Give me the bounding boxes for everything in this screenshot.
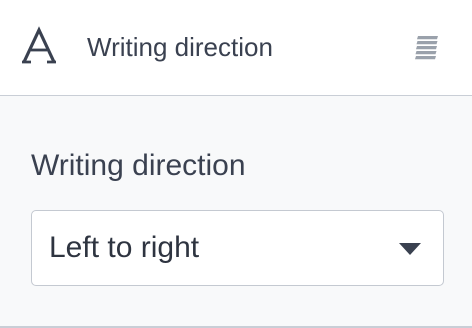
writing-direction-label: Writing direction (31, 149, 246, 182)
writing-direction-select[interactable]: Left to right (31, 210, 444, 286)
writing-direction-panel: Writing direction Writing direction Left… (0, 0, 472, 328)
select-value: Left to right (49, 231, 200, 264)
panel-body: Writing direction Left to right (0, 96, 472, 328)
panel-header[interactable]: Writing direction (0, 0, 472, 96)
drag-handle-icon[interactable] (414, 34, 440, 60)
typography-a-icon (22, 26, 56, 66)
caret-down-icon (399, 243, 421, 255)
panel-title: Writing direction (87, 32, 273, 62)
